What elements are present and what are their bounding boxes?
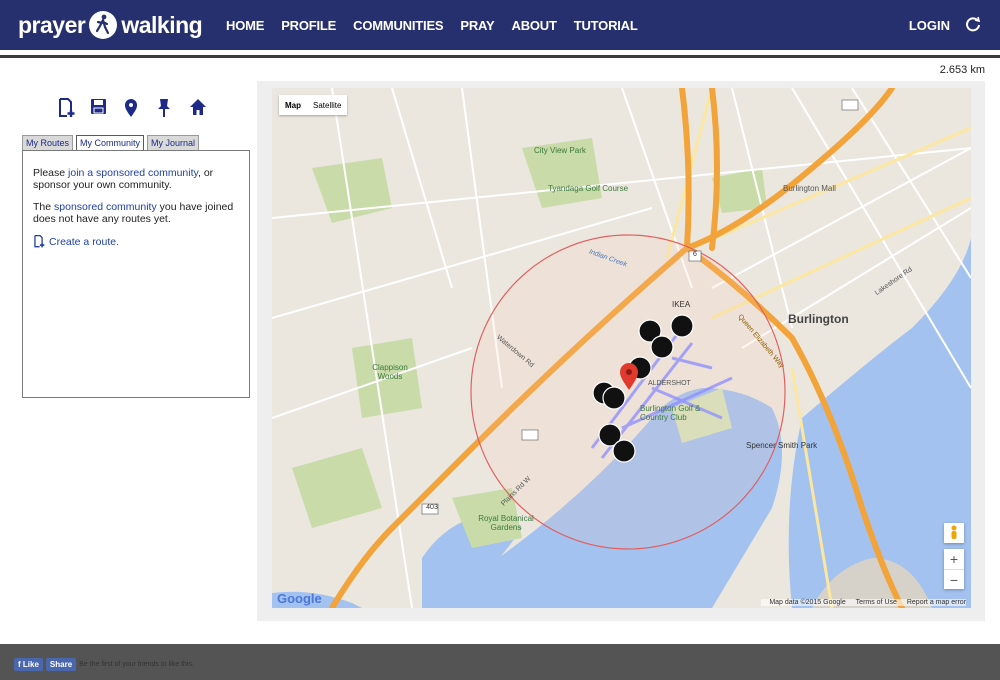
google-map[interactable]: Burlington ALDERSHOT City View Park Tyan… xyxy=(272,88,971,608)
zoom-out-button[interactable]: − xyxy=(944,570,964,590)
tab-my-community[interactable]: My Community xyxy=(76,135,145,150)
label-burlington-golf: Burlington Golf & Country Club xyxy=(640,404,701,422)
tab-my-routes[interactable]: My Routes xyxy=(22,135,74,150)
zoom-in-button[interactable]: + xyxy=(944,549,964,570)
label-burlington-mall: Burlington Mall xyxy=(783,184,836,193)
label-tyandaga: Tyandaga Golf Course xyxy=(548,184,629,193)
map-pin-icon[interactable] xyxy=(121,96,154,118)
label-ikea: IKEA xyxy=(672,300,691,309)
logo[interactable]: prayer walking xyxy=(18,8,203,42)
save-icon[interactable] xyxy=(88,96,121,118)
nav-tutorial[interactable]: TUTORIAL xyxy=(574,18,638,33)
footer: f Like Share Be the first of your friend… xyxy=(0,644,1000,680)
sponsored-community-link[interactable]: sponsored community xyxy=(54,201,157,213)
nav-pray[interactable]: PRAY xyxy=(460,18,494,33)
tab-my-journal[interactable]: My Journal xyxy=(147,135,200,150)
label-botanical: Royal Botanical Gardens xyxy=(478,514,534,532)
report-error-link[interactable]: Report a map error xyxy=(907,599,966,606)
label-aldershot: ALDERSHOT xyxy=(648,380,691,387)
route-toolbar xyxy=(55,96,220,118)
pushpin-icon[interactable] xyxy=(154,96,187,118)
map-attribution: Map data ©2015 Google Terms of Use Repor… xyxy=(761,599,966,606)
pegman-icon[interactable] xyxy=(944,523,964,543)
label-clappison-woods: Clappison Woods xyxy=(372,363,408,381)
refresh-icon[interactable] xyxy=(965,16,981,32)
nav-home[interactable]: HOME xyxy=(226,18,264,33)
logo-text-walking: walking xyxy=(121,11,203,38)
label-spencer-smith: Spencer Smith Park xyxy=(746,441,818,450)
zoom-control: + − xyxy=(944,549,964,589)
sidebar-tabs: My Routes My Community My Journal xyxy=(22,135,202,150)
top-navbar: prayer walking HOME PROFILE COMMUNITIES … xyxy=(0,0,1000,50)
label-burlington: Burlington xyxy=(788,312,849,326)
join-message: Please join a sponsored community, or sp… xyxy=(33,167,214,191)
map-type-map[interactable]: Map xyxy=(279,95,307,115)
new-route-small-icon xyxy=(34,235,45,248)
nav-profile[interactable]: PROFILE xyxy=(281,18,336,33)
community-panel: Please join a sponsored community, or sp… xyxy=(22,150,250,398)
login-link[interactable]: LOGIN xyxy=(909,0,950,50)
no-routes-message: The sponsored community you have joined … xyxy=(33,201,234,225)
new-route-icon[interactable] xyxy=(55,96,88,118)
logo-text-prayer: prayer xyxy=(18,11,86,38)
label-hwy-403: 403 xyxy=(426,504,438,511)
label-hwy-6: 6 xyxy=(693,251,697,258)
join-community-link[interactable]: join a sponsored community xyxy=(68,167,198,179)
facebook-like-widget: f Like Share Be the first of your friend… xyxy=(14,658,194,671)
google-logo[interactable]: Google xyxy=(277,591,322,606)
home-icon[interactable] xyxy=(187,96,220,118)
terms-link[interactable]: Terms of Use xyxy=(856,599,897,606)
map-type-satellite[interactable]: Satellite xyxy=(307,95,347,115)
nav-communities[interactable]: COMMUNITIES xyxy=(353,18,443,33)
facebook-like-text: Be the first of your friends to like thi… xyxy=(79,661,194,668)
create-route-link[interactable]: Create a route. xyxy=(33,235,239,248)
map-type-control: Map Satellite xyxy=(279,95,348,115)
nav-about[interactable]: ABOUT xyxy=(512,18,557,33)
map-container: Burlington ALDERSHOT City View Park Tyan… xyxy=(257,81,985,621)
facebook-like-button[interactable]: f Like xyxy=(14,658,43,671)
route-distance: 2.653 km xyxy=(939,64,985,76)
walker-logo-icon xyxy=(89,11,118,39)
facebook-share-button[interactable]: Share xyxy=(45,658,77,671)
header-divider xyxy=(0,55,1000,58)
main-nav: HOME PROFILE COMMUNITIES PRAY ABOUT TUTO… xyxy=(226,0,655,50)
map-data-text: Map data ©2015 Google xyxy=(769,599,846,606)
map-canvas xyxy=(272,88,971,608)
label-city-view-park: City View Park xyxy=(534,146,586,155)
